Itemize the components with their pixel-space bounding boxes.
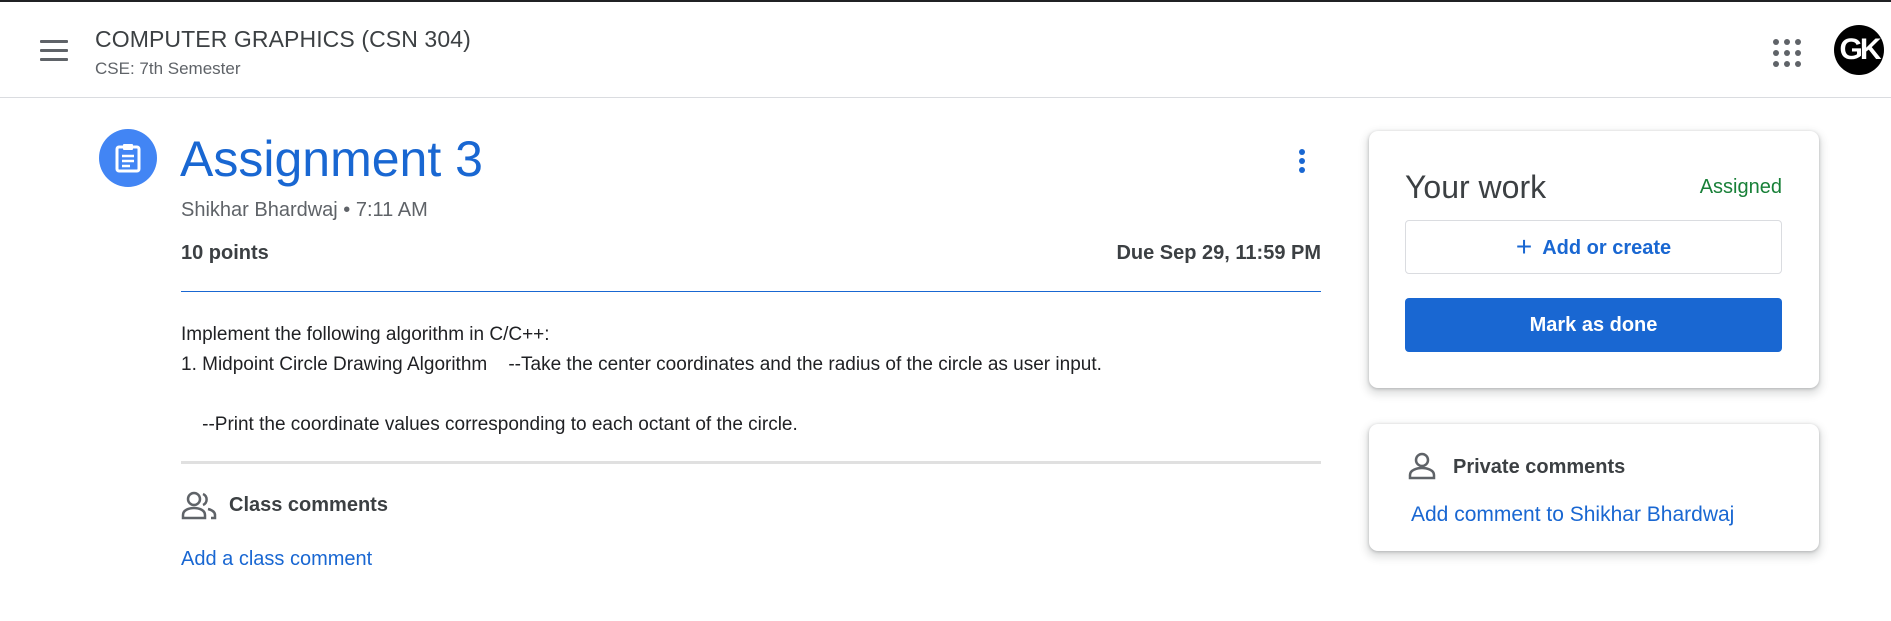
private-comments-card: Private comments Add comment to Shikhar … — [1369, 424, 1819, 551]
divider — [181, 461, 1321, 464]
assignment-title: Assignment 3 — [180, 131, 483, 187]
private-comments-label: Private comments — [1453, 456, 1626, 478]
apps-grid-icon[interactable] — [1770, 36, 1804, 70]
class-comments-label: Class comments — [229, 494, 388, 516]
points: 10 points — [181, 242, 269, 264]
more-vert-icon[interactable] — [1287, 146, 1317, 176]
person-icon — [1408, 452, 1436, 485]
menu-icon[interactable] — [34, 32, 70, 68]
author-time: Shikhar Bhardwaj • 7:11 AM — [181, 199, 428, 221]
class-header: COMPUTER GRAPHICS (CSN 304) CSE: 7th Sem… — [0, 2, 1891, 98]
status-badge: Assigned — [1699, 176, 1782, 198]
add-or-create-label: Add or create — [1542, 237, 1672, 259]
plus-icon: + — [1515, 231, 1533, 262]
mark-as-done-button[interactable]: Mark as done — [1405, 298, 1782, 352]
avatar[interactable]: GK — [1834, 25, 1884, 75]
add-private-comment-link[interactable]: Add comment to Shikhar Bhardwaj — [1411, 503, 1734, 527]
divider — [181, 291, 1321, 292]
due-date: Due Sep 29, 11:59 PM — [1116, 242, 1321, 264]
people-icon — [181, 491, 217, 526]
class-section: CSE: 7th Semester — [95, 59, 241, 78]
add-class-comment-link[interactable]: Add a class comment — [181, 548, 372, 571]
your-work-title: Your work — [1405, 169, 1547, 205]
add-or-create-button[interactable]: + Add or create — [1405, 220, 1782, 274]
your-work-card: Your work Assigned + Add or create Mark a… — [1369, 131, 1819, 388]
class-title[interactable]: COMPUTER GRAPHICS (CSN 304) — [95, 26, 471, 53]
assignment-description: Implement the following algorithm in C/C… — [181, 324, 1102, 435]
assignment-icon — [99, 129, 157, 187]
